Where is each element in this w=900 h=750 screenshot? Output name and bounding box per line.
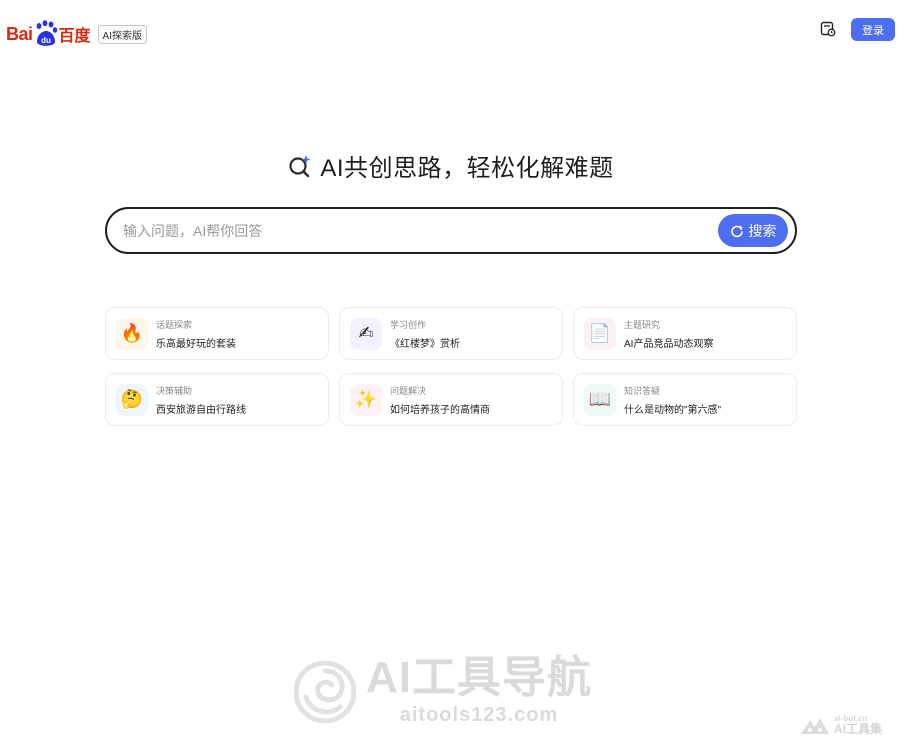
watermark-aitools: AI工具导航 aitools123.com — [294, 656, 592, 727]
hero-title: AI共创思路，轻松化解难题 — [320, 155, 614, 182]
logo-text-bai: Bai — [6, 23, 33, 44]
card-question: 什么是动物的"第六感" — [624, 404, 722, 416]
card-question: AI产品竞品动态观察 — [624, 338, 714, 350]
document-icon: 📄 — [584, 317, 616, 350]
card-category: 问题解决 — [390, 385, 427, 396]
search-button[interactable]: 搜索 — [718, 214, 788, 247]
corner-watermark-name: AI工具集 — [834, 722, 883, 736]
suggestion-card-topic-explore[interactable]: 🔥 话题探索 乐高最好玩的套装 — [105, 307, 329, 360]
watermark-aibot: ai-bot.cn AI工具集 — [800, 714, 882, 736]
ai-search-sparkle-icon — [289, 154, 311, 177]
login-button[interactable]: 登录 — [851, 18, 895, 41]
ai-explore-badge: AI探索版 — [97, 24, 147, 44]
card-question: 西安旅游自由行路线 — [156, 404, 246, 416]
card-question: 如何培养孩子的高情商 — [390, 404, 490, 416]
card-category: 话题探索 — [156, 319, 193, 330]
thinking-face-icon: 🤔 — [116, 383, 148, 416]
logo-text-du: du — [41, 36, 51, 45]
watermark-title: AI工具导航 — [366, 653, 592, 702]
card-category: 主题研究 — [624, 319, 661, 330]
fire-icon: 🔥 — [116, 317, 148, 350]
open-book-icon: 📖 — [584, 383, 616, 416]
search-bar: 搜索 — [105, 207, 797, 254]
hero: AI共创思路，轻松化解难题 — [0, 148, 900, 183]
logo-text-baidu-cn: 百度 — [58, 28, 91, 45]
swirl-logo-icon — [294, 660, 356, 723]
suggestion-card-problem-solving[interactable]: ✨ 问题解决 如何培养孩子的高情商 — [339, 373, 563, 426]
pencil-icon: ✍ — [350, 317, 382, 350]
suggestion-card-study-create[interactable]: ✍ 学习创作 《红楼梦》赏析 — [339, 307, 563, 360]
search-button-label: 搜索 — [748, 222, 777, 239]
paw-icon: du — [34, 20, 58, 48]
search-sparkle-icon — [730, 224, 743, 237]
watermark-url: aitools123.com — [399, 704, 559, 726]
suggestion-card-knowledge-qa[interactable]: 📖 知识答疑 什么是动物的"第六感" — [573, 373, 797, 426]
history-icon — [820, 21, 836, 37]
baidu-logo[interactable]: Bai du 百度 AI探索版 — [6, 17, 147, 51]
card-category: 知识答疑 — [624, 385, 661, 396]
header: Bai du 百度 AI探索版 登录 — [0, 0, 900, 64]
suggestion-cards: 🔥 话题探索 乐高最好玩的套装 ✍ 学习创作 《红楼梦》赏析 📄 主题研究 AI… — [105, 307, 797, 426]
search-input[interactable] — [107, 209, 718, 252]
mountain-logo-icon — [801, 718, 829, 734]
suggestion-card-decision-aid[interactable]: 🤔 决策辅助 西安旅游自由行路线 — [105, 373, 329, 426]
card-question: 乐高最好玩的套装 — [156, 338, 236, 350]
suggestion-card-topic-research[interactable]: 📄 主题研究 AI产品竞品动态观察 — [573, 307, 797, 360]
card-question: 《红楼梦》赏析 — [390, 338, 460, 350]
card-category: 学习创作 — [390, 319, 427, 330]
history-button[interactable] — [818, 19, 838, 39]
sparkles-icon: ✨ — [350, 383, 382, 416]
card-category: 决策辅助 — [156, 385, 193, 396]
